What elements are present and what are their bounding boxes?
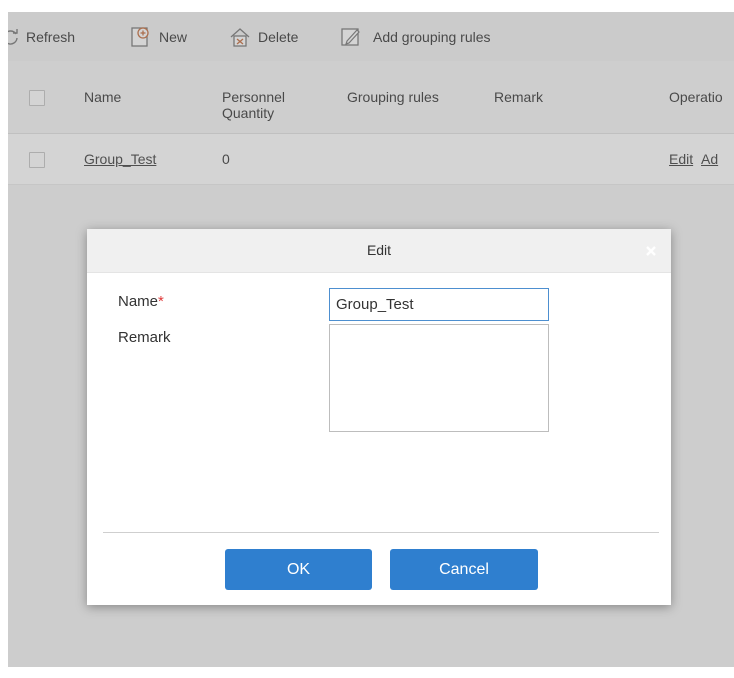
edit-dialog: Edit Name* Remark OK Cancel [87,229,671,605]
remark-textarea[interactable] [329,324,549,432]
main-panel: Refresh New Delete Add grouping rules Na… [8,12,734,667]
required-mark: * [158,293,164,310]
name-label-text: Name [118,293,159,310]
dialog-title: Edit [366,242,392,258]
ok-button[interactable]: OK [225,549,372,590]
name-input[interactable] [329,288,549,321]
dialog-divider [103,532,659,533]
cancel-button[interactable]: Cancel [390,549,538,590]
name-field-label: Name* [118,293,164,310]
close-icon[interactable] [641,241,661,261]
remark-field-label: Remark [118,329,171,346]
dialog-header: Edit [87,229,671,273]
